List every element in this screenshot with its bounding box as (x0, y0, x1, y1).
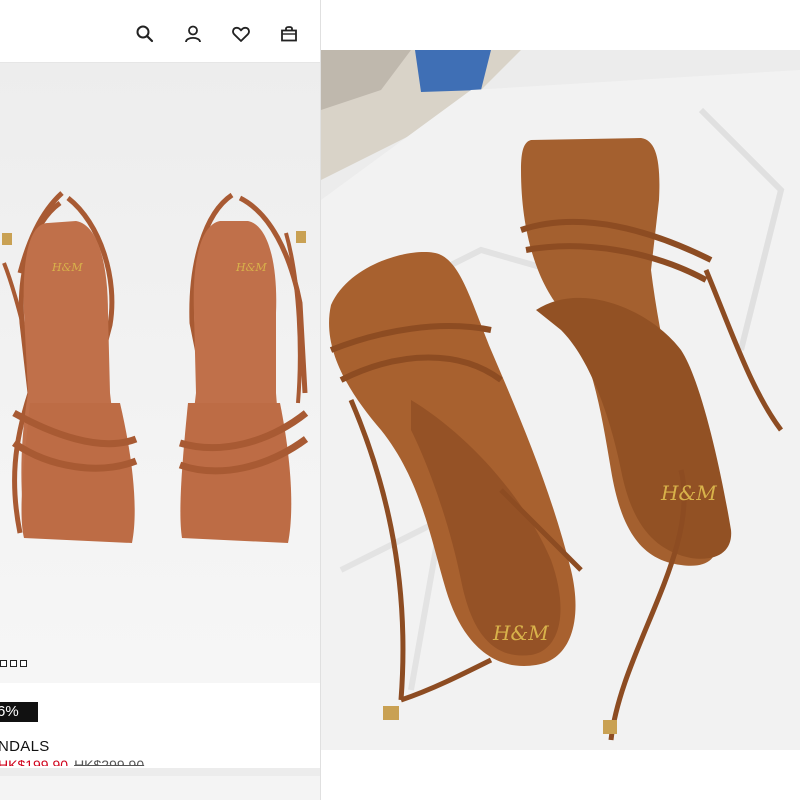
bottom-strip (0, 768, 320, 800)
color-swatch[interactable] (20, 660, 27, 667)
add-to-bag-area[interactable] (0, 776, 320, 800)
studio-sandals-illustration: H&M H&M (2, 191, 309, 543)
product-image[interactable]: H&M H&M (0, 63, 320, 683)
right-sandal: H&M (178, 192, 309, 543)
shopping-bag-icon[interactable] (277, 22, 301, 46)
customer-sandals-photo: H&M H&M (321, 50, 800, 750)
header-bar (0, 0, 320, 63)
right-sandal-logo: H&M (235, 261, 267, 274)
sale-price: HK$199.90 (0, 758, 69, 766)
wishlist-heart-icon[interactable] (229, 22, 253, 46)
front-sandal-logo: H&M (492, 621, 549, 645)
price-row: HK$199.90 HK$299.90 (0, 758, 320, 766)
original-price: HK$299.90 (74, 758, 145, 766)
account-icon[interactable] (181, 22, 205, 46)
customer-photo: H&M H&M (321, 50, 800, 750)
color-swatch[interactable] (10, 660, 17, 667)
left-sandal: H&M (2, 191, 138, 543)
customer-photo-panel: H&M H&M (321, 0, 800, 800)
search-icon[interactable] (133, 22, 157, 46)
left-sandal-logo: H&M (51, 261, 83, 274)
color-swatches (0, 660, 27, 667)
discount-badge: 6% (0, 702, 38, 722)
color-swatch[interactable] (0, 660, 7, 667)
product-page-screenshot: H&M H&M 6% NDALS HK$199.90 HK$299.90 (0, 0, 320, 800)
product-name[interactable]: NDALS (0, 738, 50, 755)
back-sandal-logo: H&M (660, 481, 717, 505)
